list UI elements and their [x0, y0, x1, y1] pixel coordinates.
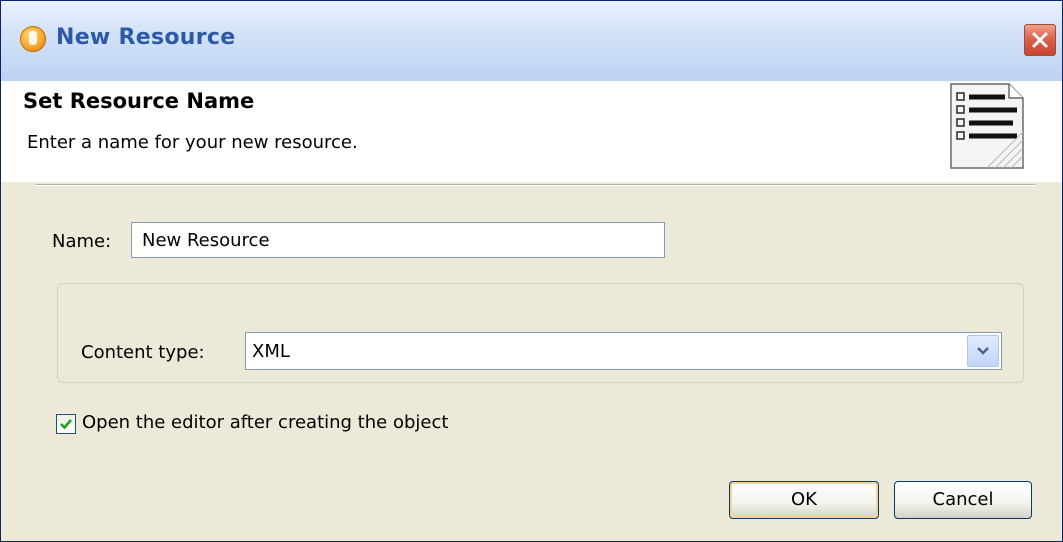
page-description: Enter a name for your new resource.: [27, 132, 358, 153]
cancel-button[interactable]: Cancel: [894, 481, 1032, 519]
window-title: New Resource: [56, 25, 236, 50]
app-icon: [20, 26, 46, 52]
content-type-value: XML: [252, 341, 290, 362]
document-list-icon: [950, 83, 1024, 169]
open-editor-label[interactable]: Open the editor after creating the objec…: [82, 412, 448, 433]
wizard-header: Set Resource Name Enter a name for your …: [1, 81, 1062, 182]
ok-button[interactable]: OK: [729, 481, 879, 519]
content-type-select[interactable]: XML: [245, 332, 1002, 370]
checkmark-icon: [60, 419, 72, 430]
open-editor-checkbox[interactable]: [56, 414, 76, 434]
name-field[interactable]: [131, 222, 665, 258]
close-button[interactable]: [1024, 24, 1056, 56]
new-resource-dialog: New Resource Set Resource Name Enter a n…: [0, 0, 1063, 542]
chevron-down-icon: [977, 347, 989, 355]
page-title: Set Resource Name: [23, 89, 255, 113]
header-separator: [35, 184, 1035, 186]
name-label: Name:: [52, 231, 112, 252]
content-type-dropdown-button[interactable]: [967, 335, 999, 367]
content-type-label: Content type:: [81, 342, 205, 363]
title-bar[interactable]: New Resource: [1, 1, 1062, 81]
close-icon: [1032, 32, 1048, 48]
